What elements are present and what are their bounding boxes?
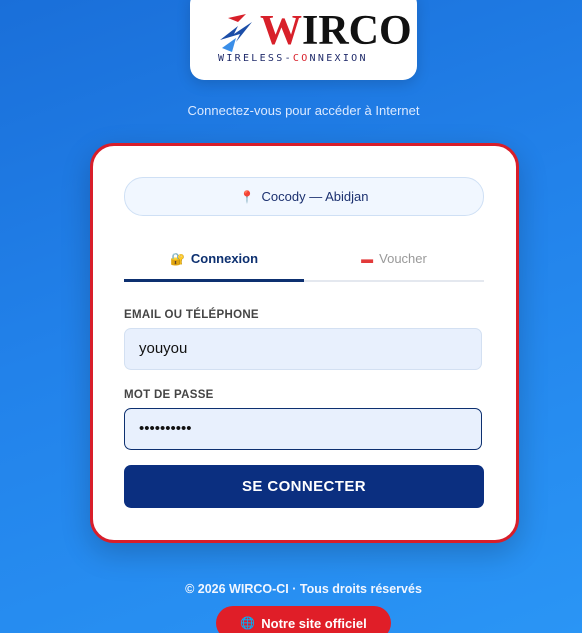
- ticket-icon: ▬: [361, 252, 374, 266]
- official-site-button[interactable]: 🌐 Notre site officiel: [216, 606, 391, 633]
- connect-button[interactable]: SE CONNECTER: [124, 465, 484, 508]
- logo-wordmark: WIRCO: [260, 8, 412, 54]
- auth-tabs: 🔐 Connexion ▬ Voucher: [124, 242, 484, 282]
- brand-logo: WIRCO WIRELESS-CONNEXION: [190, 0, 417, 80]
- logo-bird-icon: [220, 14, 252, 52]
- logo-subtitle: WIRELESS-CONNEXION: [218, 53, 368, 64]
- location-badge: 📍 Cocody — Abidjan: [124, 177, 484, 216]
- official-site-label: Notre site officiel: [261, 615, 367, 631]
- password-field[interactable]: ••••••••••: [124, 408, 482, 450]
- tab-connexion[interactable]: 🔐 Connexion: [124, 242, 304, 282]
- tab-voucher-label: Voucher: [379, 251, 427, 266]
- location-label: Cocody — Abidjan: [261, 189, 369, 204]
- tab-voucher[interactable]: ▬ Voucher: [304, 242, 484, 280]
- tab-connexion-label: Connexion: [190, 251, 259, 266]
- email-label: EMAIL OU TÉLÉPHONE: [124, 309, 259, 321]
- email-field[interactable]: youyou: [124, 328, 482, 370]
- tagline: Connectez-vous pour accéder à Internet: [187, 103, 420, 118]
- pin-icon: 📍: [239, 189, 255, 204]
- globe-icon: 🌐: [240, 616, 256, 630]
- copyright-text: © 2026 WIRCO-CI · Tous droits réservés: [185, 582, 422, 596]
- login-card: 📍 Cocody — Abidjan 🔐 Connexion ▬ Voucher E…: [90, 143, 519, 543]
- lock-icon: 🔐: [169, 252, 185, 266]
- password-label: MOT DE PASSE: [124, 389, 214, 401]
